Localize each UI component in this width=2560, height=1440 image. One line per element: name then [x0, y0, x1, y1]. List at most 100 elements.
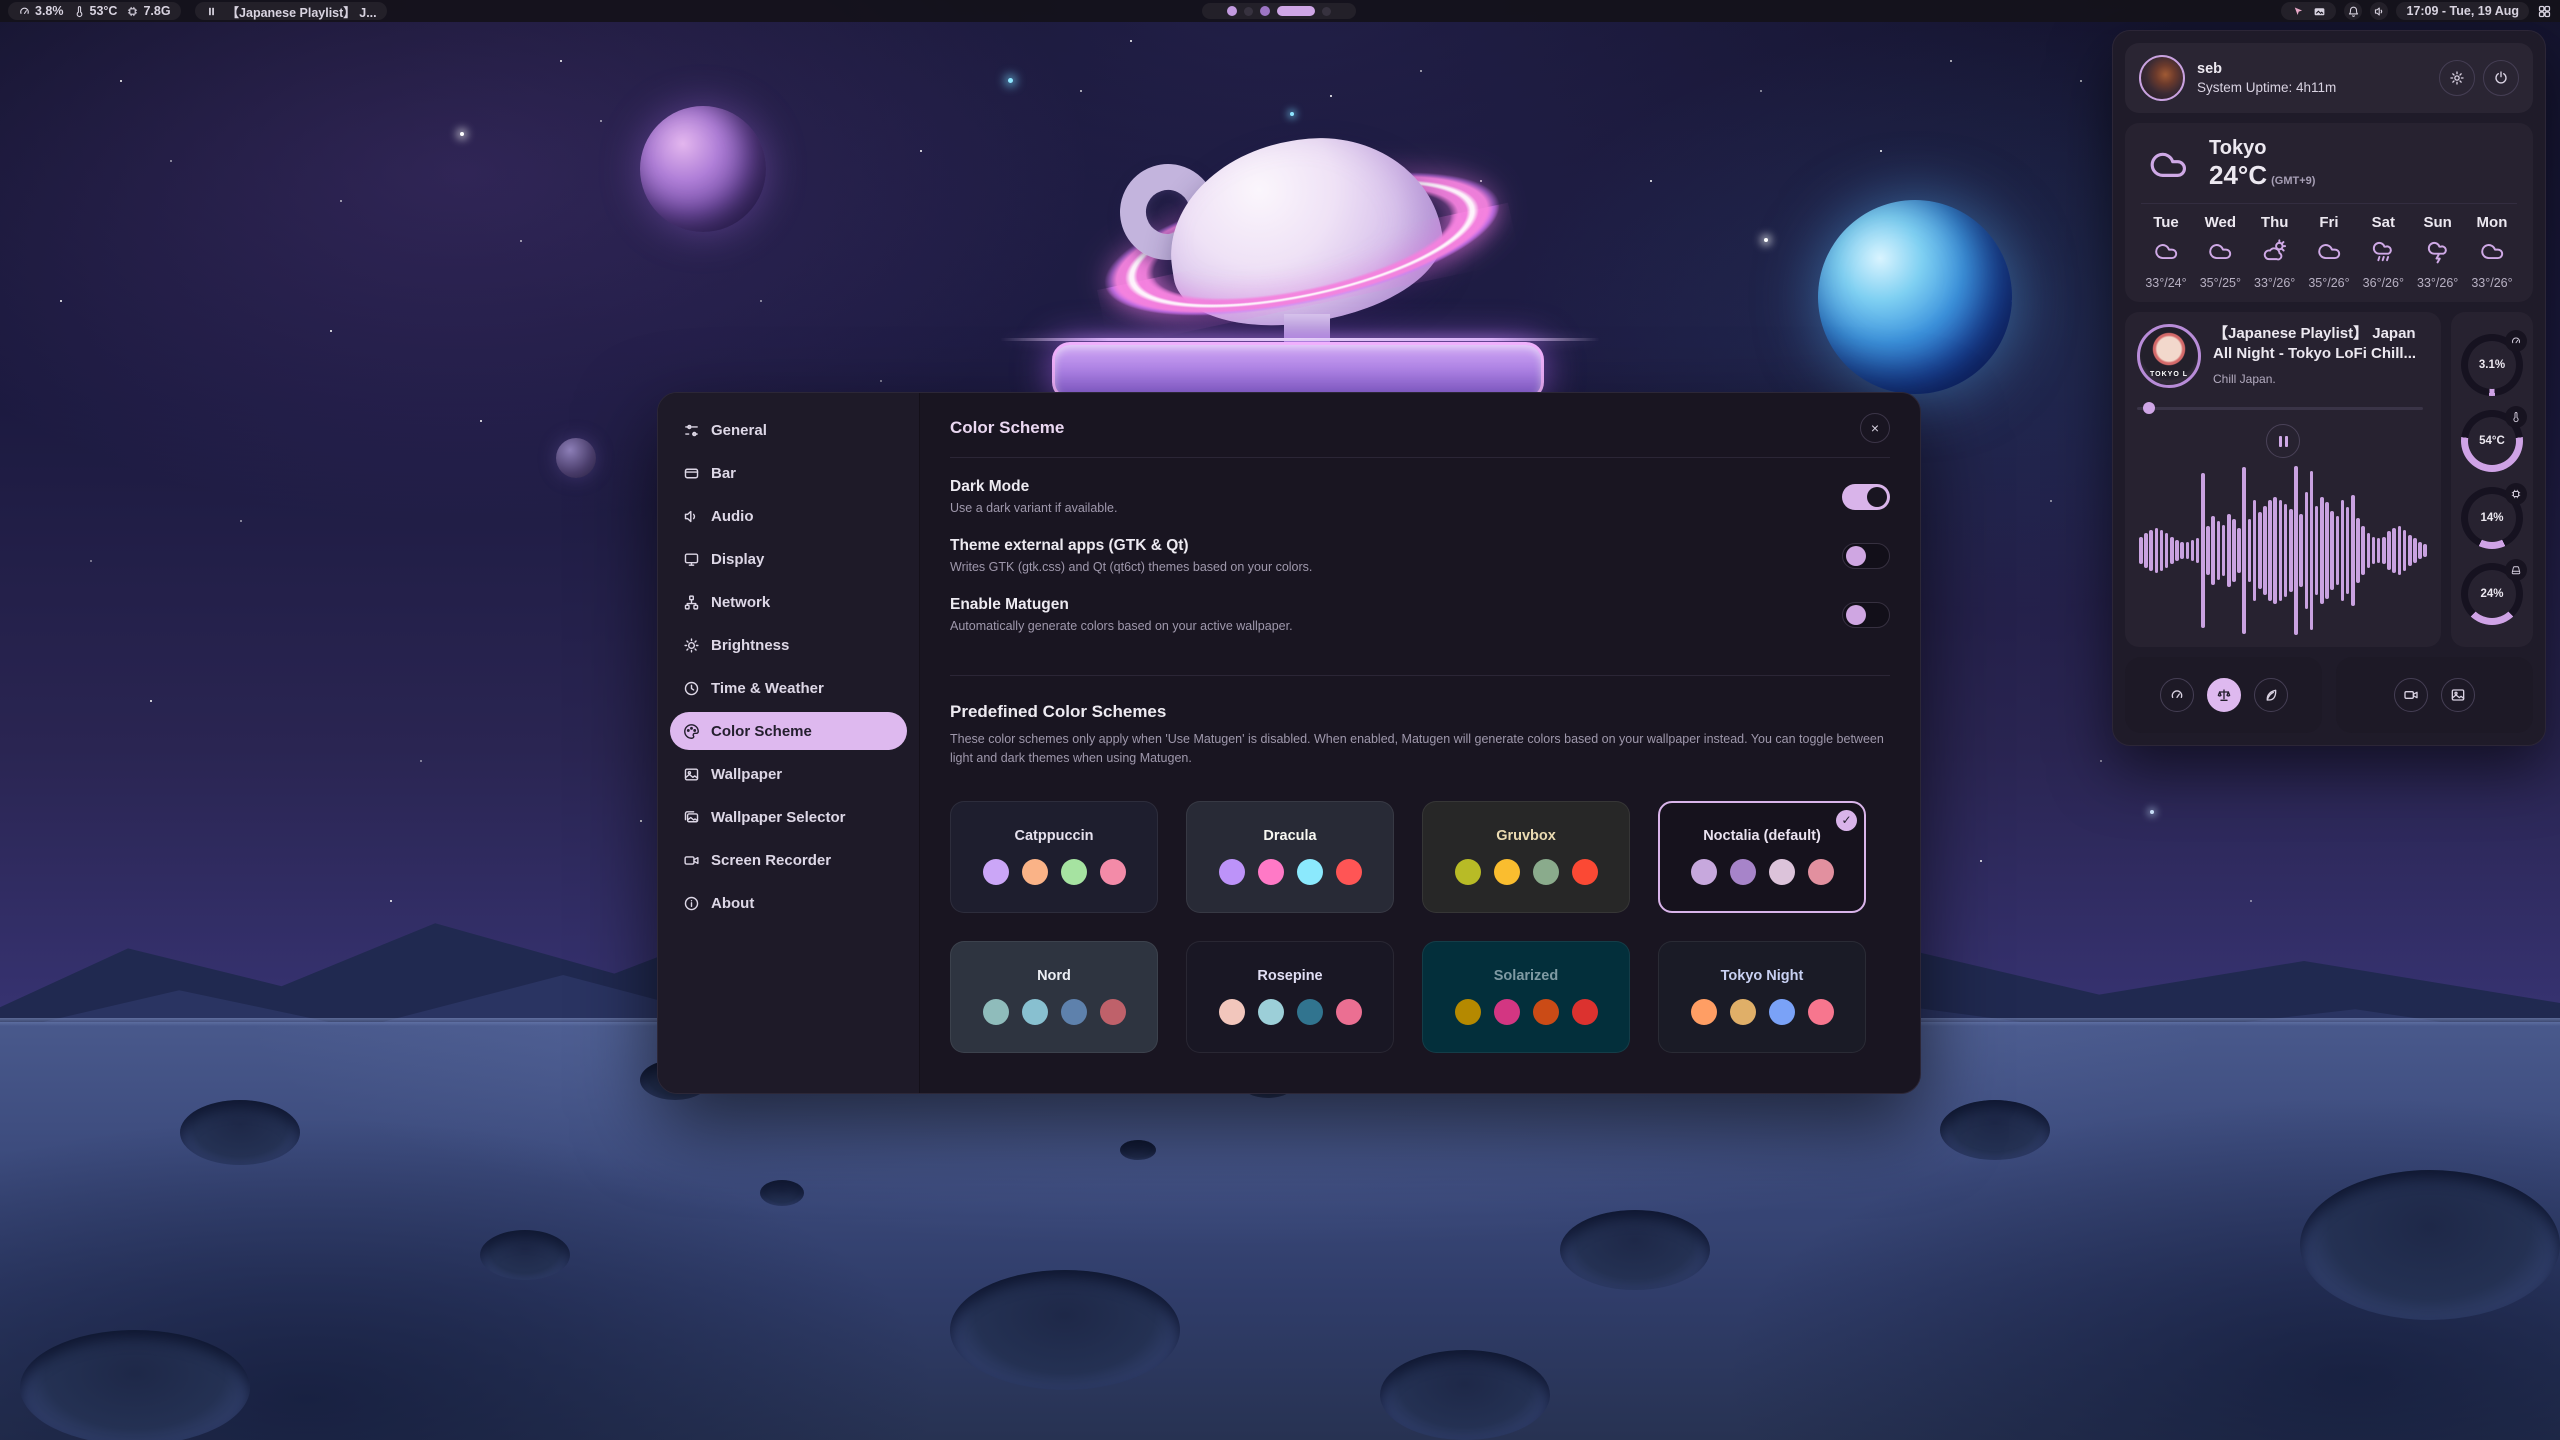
theme-external-apps-subtitle: Writes GTK (gtk.css) and Qt (qt6ct) them…: [950, 560, 1312, 574]
scheme-card-solarized[interactable]: ✓ Solarized: [1422, 941, 1630, 1053]
bright-star: [1008, 78, 1013, 83]
workspace-dot[interactable]: [1227, 6, 1237, 16]
scheme-name: Gruvbox: [1496, 828, 1556, 844]
wallpaper-button[interactable]: [2441, 678, 2475, 712]
workspace-dot[interactable]: [1322, 7, 1331, 16]
gauge-icon: [18, 5, 31, 18]
scheme-card-gruvbox[interactable]: ✓ Gruvbox: [1422, 801, 1630, 913]
color-swatch: [1730, 859, 1756, 885]
sidebar-item-network[interactable]: Network: [670, 583, 907, 621]
sidebar-item-label: Color Scheme: [711, 723, 812, 740]
disk-gauge: 24%: [2461, 563, 2523, 625]
theme-external-apps-toggle[interactable]: [1842, 543, 1890, 569]
cpu-usage: 3.8%: [18, 4, 64, 18]
volume-icon: [2373, 5, 2386, 18]
weather-day-icon: [2207, 238, 2233, 269]
power-button[interactable]: [2483, 60, 2519, 96]
workspace-indicator[interactable]: [1202, 3, 1356, 19]
workspace-dot[interactable]: [1260, 6, 1270, 16]
progress-handle[interactable]: [2143, 402, 2155, 414]
enable-matugen-toggle[interactable]: [1842, 602, 1890, 628]
divider: [950, 675, 1890, 676]
balanced-profile-button[interactable]: [2207, 678, 2241, 712]
media-pill[interactable]: 【Japanese Playlist】 J...: [195, 2, 387, 20]
memory-usage: 7.8G: [126, 4, 170, 18]
sidebar-item-label: Brightness: [711, 637, 789, 654]
weather-card: Tokyo 24°C (GMT+9) Tue 33°/24° Wed 35°/2…: [2125, 123, 2533, 302]
scheme-card-rosepine[interactable]: ✓ Rosepine: [1186, 941, 1394, 1053]
sidebar-item-wallpaper-selector[interactable]: Wallpaper Selector: [670, 798, 907, 836]
sliders-icon: [683, 422, 700, 439]
sidebar-item-time-weather[interactable]: Time & Weather: [670, 669, 907, 707]
color-swatch: [1769, 999, 1795, 1025]
scheme-name: Rosepine: [1257, 968, 1322, 984]
color-swatch: [1808, 999, 1834, 1025]
media-progress-bar[interactable]: [2137, 402, 2429, 414]
weather-day-icon: [2479, 238, 2505, 269]
leaf-icon: [2263, 687, 2279, 703]
close-button[interactable]: ×: [1860, 413, 1890, 443]
page-title: Color Scheme: [950, 418, 1064, 438]
scheme-card-catppuccin[interactable]: ✓ Catppuccin: [950, 801, 1158, 913]
scheme-card-tokyo-night[interactable]: ✓ Tokyo Night: [1658, 941, 1866, 1053]
enable-matugen-subtitle: Automatically generate colors based on y…: [950, 619, 1293, 633]
volume-button[interactable]: [2370, 2, 2388, 20]
scheme-name: Dracula: [1263, 828, 1316, 844]
gauge-value: 24%: [2480, 588, 2503, 600]
workspace-dot[interactable]: [1244, 7, 1253, 16]
planet-small: [556, 438, 596, 478]
scheme-grid: ✓ Catppuccin ✓ Dracula ✓ Gruvbox ✓ Nocta…: [950, 801, 1890, 1053]
sidebar-item-brightness[interactable]: Brightness: [670, 626, 907, 664]
sidebar-item-screen-recorder[interactable]: Screen Recorder: [670, 841, 907, 879]
system-stats-pill[interactable]: 3.8% 53°C 7.8G: [8, 2, 181, 20]
scheme-name: Catppuccin: [1015, 828, 1094, 844]
chip-icon: [126, 5, 139, 18]
toggle-knob: [1846, 605, 1866, 625]
scheme-name: Nord: [1037, 968, 1071, 984]
system-uptime: System Uptime: 4h11m: [2197, 80, 2336, 95]
planet-earth: [1818, 200, 2012, 394]
performance-profile-button[interactable]: [2160, 678, 2194, 712]
color-swatch: [1022, 999, 1048, 1025]
sidebar-item-wallpaper[interactable]: Wallpaper: [670, 755, 907, 793]
clock-pill[interactable]: 17:09 - Tue, 19 Aug: [2396, 2, 2529, 20]
settings-window: General Bar Audio Display Network Bright…: [657, 392, 1921, 1094]
color-swatch: [1022, 859, 1048, 885]
screen-record-button[interactable]: [2394, 678, 2428, 712]
crater: [1940, 1100, 2050, 1160]
scheme-card-noctalia-default[interactable]: ✓ Noctalia (default): [1658, 801, 1866, 913]
powersave-profile-button[interactable]: [2254, 678, 2288, 712]
sidebar-item-color-scheme[interactable]: Color Scheme: [670, 712, 907, 750]
color-swatch: [1061, 999, 1087, 1025]
color-swatch: [1572, 859, 1598, 885]
color-swatch: [1808, 859, 1834, 885]
bell-icon: [2347, 5, 2360, 18]
weather-day-icon: [2316, 238, 2342, 269]
tray-app-icon[interactable]: [2291, 5, 2304, 18]
sidebar-item-audio[interactable]: Audio: [670, 497, 907, 535]
sidebar-item-general[interactable]: General: [670, 411, 907, 449]
notifications-button[interactable]: [2344, 2, 2362, 20]
scheme-card-dracula[interactable]: ✓ Dracula: [1186, 801, 1394, 913]
audio-visualizer: [2137, 464, 2429, 637]
settings-button[interactable]: [2439, 60, 2475, 96]
sidebar-item-about[interactable]: About: [670, 884, 907, 922]
sidebar-item-display[interactable]: Display: [670, 540, 907, 578]
system-gauges-card: 3.1% 54°C 14% 24%: [2451, 312, 2533, 647]
scheme-card-nord[interactable]: ✓ Nord: [950, 941, 1158, 1053]
apps-grid-icon[interactable]: [2537, 4, 2552, 19]
media-title: 【Japanese Playlist】 Japan All Night - To…: [2213, 324, 2429, 365]
day-temps: 35°/26°: [2308, 276, 2349, 290]
sidebar-item-bar[interactable]: Bar: [670, 454, 907, 492]
color-swatch: [1219, 859, 1245, 885]
pause-button[interactable]: [2266, 424, 2300, 458]
speaker-icon: [683, 508, 700, 525]
day-name: Tue: [2153, 214, 2179, 231]
neon-line: [1000, 338, 1600, 341]
workspace-dot-active[interactable]: [1277, 6, 1315, 16]
theme-external-apps-title: Theme external apps (GTK & Qt): [950, 537, 1312, 555]
screenshot-icon[interactable]: [2313, 5, 2326, 18]
section-title: Predefined Color Schemes: [950, 702, 1890, 722]
sidebar-item-label: Wallpaper Selector: [711, 809, 846, 826]
dark-mode-toggle[interactable]: [1842, 484, 1890, 510]
